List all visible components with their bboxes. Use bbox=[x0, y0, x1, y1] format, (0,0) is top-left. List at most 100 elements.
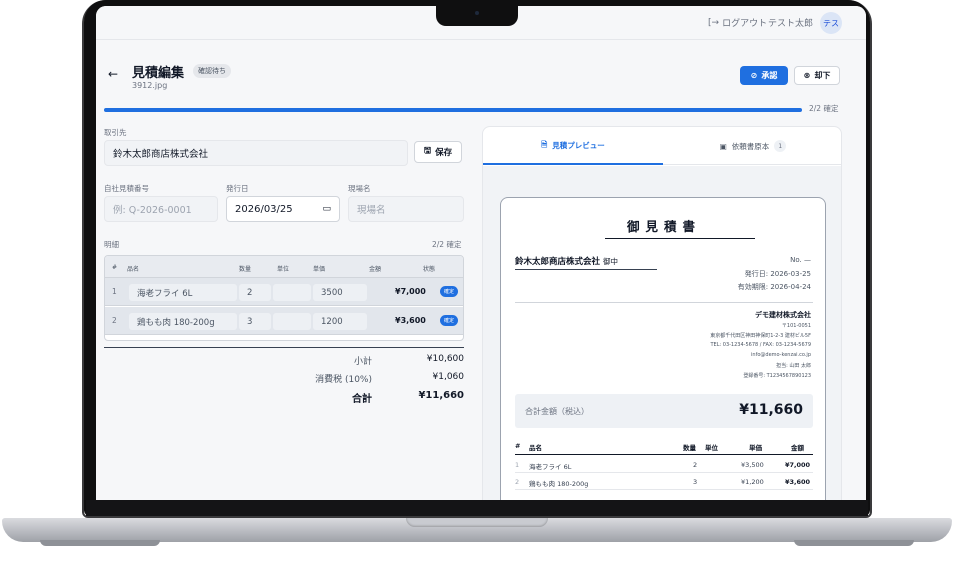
save-button[interactable]: 🖫 保存 bbox=[414, 141, 462, 163]
app-screen: [→ ログアウト テスト太郎 テス ← 見積編集 確認待ち 3912.jpg ⊘… bbox=[96, 6, 866, 500]
pcol-price: 単価 bbox=[749, 444, 762, 452]
issue-date-value: 2026/03/25 bbox=[235, 203, 293, 215]
approve-button[interactable]: ⊘ 承認 bbox=[740, 66, 788, 85]
total-label: 合計 bbox=[352, 394, 372, 405]
site-name-input[interactable]: 現場名 bbox=[348, 196, 464, 222]
reject-button[interactable]: ⊗ 却下 bbox=[794, 66, 840, 85]
pcol-qty: 数量 bbox=[683, 444, 696, 452]
logout-icon: [→ bbox=[708, 17, 720, 28]
item-qty-input[interactable]: 3 bbox=[239, 313, 271, 330]
item-unit-input[interactable] bbox=[273, 284, 311, 301]
preview-panel: 🗎 見積プレビュー ▣ 依頼書原本 1 御見積書 鈴木太郎商店株式会社 御中 N… bbox=[482, 126, 842, 500]
item-name-input[interactable]: 海老フライ 6L bbox=[129, 284, 237, 301]
client-honorific: 御中 bbox=[602, 257, 618, 266]
issuer-phone: TEL: 03-1234-5678 / FAX: 03-1234-5679 bbox=[710, 342, 811, 348]
camera-icon bbox=[475, 11, 479, 15]
issuer-email: info@demo-kenzai.co.jp bbox=[751, 352, 811, 358]
col-amount: 金額 bbox=[369, 266, 382, 273]
tab-original-request-label: 依頼書原本 bbox=[731, 141, 770, 151]
client-input[interactable]: 鈴木太郎商店株式会社 bbox=[104, 140, 408, 166]
header-divider bbox=[515, 302, 813, 303]
progress-bar bbox=[104, 108, 802, 112]
quote-number-label: 自社見積番号 bbox=[104, 184, 149, 193]
laptop-base-notch bbox=[406, 518, 548, 527]
back-arrow-icon[interactable]: ← bbox=[108, 67, 118, 81]
preview-table-header: # 品名 数量 単位 単価 金額 bbox=[515, 441, 813, 455]
items-progress: 2/2 確定 bbox=[432, 240, 462, 249]
save-icon: 🖫 bbox=[423, 146, 432, 156]
col-name: 品名 bbox=[127, 266, 140, 273]
prow-qty: 3 bbox=[693, 478, 698, 486]
pcol-no: # bbox=[515, 442, 521, 450]
items-table: # 品名 数量 単位 単価 金額 状態 1 海老フライ 6L 2 3500 ¥7… bbox=[104, 255, 464, 341]
row-number: 1 bbox=[112, 287, 117, 296]
subtotal-value: ¥10,600 bbox=[426, 354, 464, 364]
issue-date-label: 発行日 bbox=[226, 184, 249, 193]
confirmed-badge[interactable]: 確定 bbox=[440, 315, 458, 326]
table-row: 1 海老フライ 6L 2 ¥3,500 ¥7,000 bbox=[515, 457, 813, 473]
x-circle-icon: ⊗ bbox=[803, 71, 811, 80]
site-name-label: 現場名 bbox=[348, 184, 371, 193]
pcol-unit: 単位 bbox=[705, 444, 718, 452]
item-amount: ¥7,000 bbox=[395, 287, 426, 296]
progress-label: 2/2 確定 bbox=[809, 104, 839, 113]
logout-label: ログアウト bbox=[722, 19, 768, 29]
tab-original-request[interactable]: ▣ 依頼書原本 1 bbox=[663, 127, 841, 165]
prow-no: 1 bbox=[515, 461, 520, 469]
status-badge: 確認待ち bbox=[193, 64, 231, 78]
image-icon: ▣ bbox=[719, 141, 727, 151]
items-label: 明細 bbox=[104, 240, 119, 249]
col-unit: 単位 bbox=[277, 266, 290, 273]
item-price-input[interactable]: 3500 bbox=[313, 284, 367, 301]
prow-name: 海老フライ 6L bbox=[529, 463, 572, 471]
file-name: 3912.jpg bbox=[132, 81, 168, 90]
issue-date-input[interactable]: 2026/03/25 ▭ bbox=[226, 196, 340, 222]
client-company: 鈴木太郎商店株式会社 bbox=[515, 257, 601, 267]
item-qty-input[interactable]: 2 bbox=[239, 284, 271, 301]
prow-no: 2 bbox=[515, 478, 520, 486]
camera-notch bbox=[436, 6, 518, 26]
items-table-header: # 品名 数量 単位 単価 金額 状態 bbox=[105, 256, 463, 278]
issuer-company: デモ建材株式会社 bbox=[755, 311, 811, 319]
pcol-amount: 金額 bbox=[791, 444, 804, 452]
total-amount-value: ¥11,660 bbox=[739, 402, 803, 418]
laptop-foot-right bbox=[794, 540, 914, 546]
tab-quote-preview-label: 見積プレビュー bbox=[552, 140, 605, 150]
tax-label: 消費税 (10%) bbox=[315, 375, 372, 385]
confirmed-badge[interactable]: 確定 bbox=[440, 286, 458, 297]
prow-name: 鶏もも肉 180-200g bbox=[529, 480, 589, 488]
user-name: テスト太郎 bbox=[768, 19, 814, 29]
item-amount: ¥3,600 bbox=[395, 316, 426, 325]
table-row[interactable]: 1 海老フライ 6L 2 3500 ¥7,000 確定 bbox=[105, 278, 463, 306]
approve-label: 承認 bbox=[761, 71, 778, 80]
row-number: 2 bbox=[112, 316, 117, 325]
logout-link[interactable]: [→ ログアウト bbox=[708, 16, 768, 30]
pcol-name: 品名 bbox=[529, 444, 542, 452]
document-icon: 🗎 bbox=[541, 139, 548, 149]
page-title: 見積編集 bbox=[132, 66, 185, 81]
avatar[interactable]: テス bbox=[820, 12, 842, 34]
issuer-postal: 〒101-0051 bbox=[781, 323, 811, 329]
issuer-registration: 登録番号: T1234567890123 bbox=[743, 373, 811, 379]
col-price: 単価 bbox=[313, 266, 326, 273]
item-unit-input[interactable] bbox=[273, 313, 311, 330]
laptop-chin bbox=[86, 500, 868, 516]
prow-price: ¥3,500 bbox=[741, 461, 764, 469]
item-name-input[interactable]: 鶏もも肉 180-200g bbox=[129, 313, 237, 330]
calendar-icon[interactable]: ▭ bbox=[322, 204, 331, 214]
table-row[interactable]: 2 鶏もも肉 180-200g 3 1200 ¥3,600 確定 bbox=[105, 307, 463, 335]
document-title: 御見積書 bbox=[626, 219, 701, 234]
client-label: 取引先 bbox=[104, 128, 127, 137]
prow-price: ¥1,200 bbox=[741, 478, 764, 486]
tax-value: ¥1,060 bbox=[432, 372, 465, 382]
tab-count-badge: 1 bbox=[774, 140, 787, 152]
item-price-input[interactable]: 1200 bbox=[313, 313, 367, 330]
total-amount-box: 合計金額（税込） ¥11,660 bbox=[515, 394, 813, 428]
col-qty: 数量 bbox=[239, 266, 252, 273]
total-amount-label: 合計金額（税込） bbox=[525, 407, 589, 416]
prow-qty: 2 bbox=[693, 461, 698, 469]
tab-quote-preview[interactable]: 🗎 見積プレビュー bbox=[483, 127, 663, 165]
quote-number-input[interactable]: 例: Q-2026-0001 bbox=[104, 196, 218, 222]
divider bbox=[104, 347, 464, 348]
quote-document: 御見積書 鈴木太郎商店株式会社 御中 No. — 発行日: 2026-03-25… bbox=[500, 197, 826, 500]
